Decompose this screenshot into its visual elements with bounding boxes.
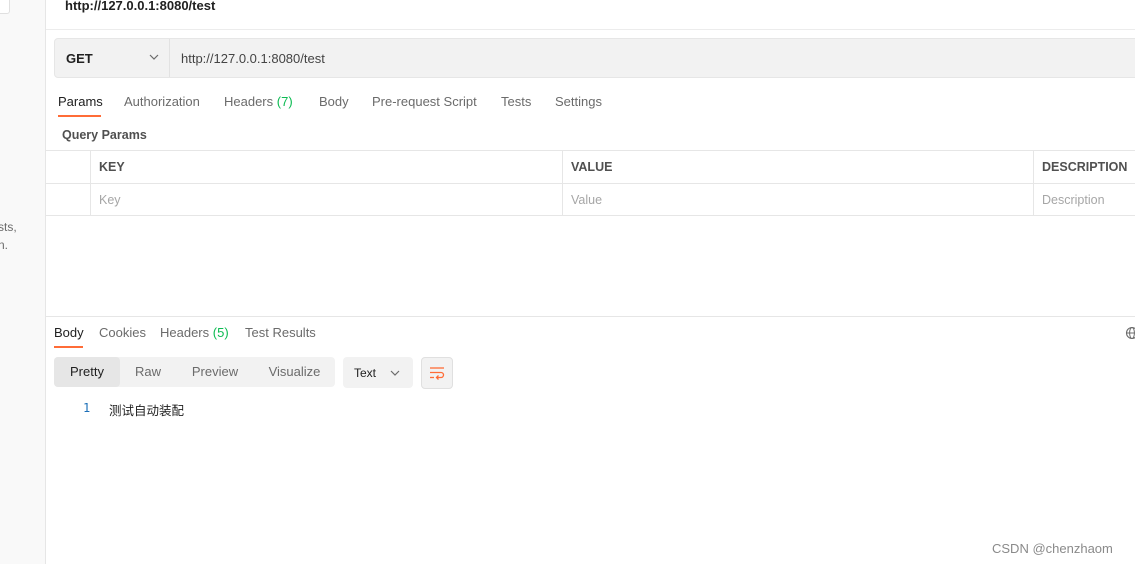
description-input[interactable]: Description — [1033, 184, 1135, 216]
sidebar-chip[interactable] — [0, 0, 10, 14]
active-tab-indicator — [58, 115, 101, 117]
method-label: GET — [66, 51, 93, 66]
sidebar: °°° sts, n. — [0, 0, 46, 564]
more-dots-icon[interactable]: °°° — [18, 0, 29, 7]
tab-label: Settings — [555, 94, 602, 109]
column-header-key: KEY — [90, 151, 562, 183]
tab-authorization[interactable]: Authorization — [124, 94, 200, 109]
response-tab-cookies[interactable]: Cookies — [99, 325, 146, 340]
sidebar-text-fragment: n. — [0, 238, 9, 252]
chevron-down-icon — [390, 370, 400, 376]
format-select[interactable]: Text — [343, 357, 413, 388]
response-tab-body[interactable]: Body — [54, 325, 84, 340]
sidebar-text-fragment: sts, — [0, 220, 17, 234]
format-select-label: Text — [354, 366, 377, 380]
line-number: 1 — [83, 401, 91, 415]
table-row: Key Value Description — [46, 183, 1135, 216]
headers-count: (7) — [276, 94, 293, 109]
wrap-lines-icon — [430, 367, 445, 380]
tab-settings[interactable]: Settings — [555, 94, 602, 109]
response-tab-headers[interactable]: Headers (5) — [160, 325, 229, 340]
pane-divider[interactable] — [46, 316, 1135, 317]
tab-params[interactable]: Params — [58, 94, 103, 109]
chevron-down-icon — [149, 54, 159, 60]
tab-tests[interactable]: Tests — [501, 94, 531, 109]
column-header-description: DESCRIPTION — [1033, 151, 1135, 183]
watermark: CSDN @chenzhaom — [992, 541, 1113, 556]
row-select-cell — [46, 151, 90, 183]
table-header-row: KEY VALUE DESCRIPTION — [46, 150, 1135, 183]
query-params-table: KEY VALUE DESCRIPTION Key Value Descript… — [46, 150, 1135, 216]
url-input[interactable]: http://127.0.0.1:8080/test — [181, 51, 325, 66]
query-params-title: Query Params — [62, 128, 147, 142]
tab-label: Authorization — [124, 94, 200, 109]
value-input[interactable]: Value — [562, 184, 1033, 216]
row-select-cell[interactable] — [46, 184, 90, 216]
wrap-lines-button[interactable] — [421, 357, 453, 389]
tab-label: Params — [58, 94, 103, 109]
tab-headers[interactable]: Headers (7) — [224, 94, 293, 109]
view-raw-button[interactable]: Raw — [120, 357, 176, 387]
tab-label: Headers — [224, 94, 274, 109]
view-pretty-button[interactable]: Pretty — [54, 357, 120, 387]
key-input[interactable]: Key — [90, 184, 562, 216]
request-title[interactable]: http://127.0.0.1:8080/test — [65, 0, 215, 13]
tab-label: Tests — [501, 94, 532, 109]
globe-icon[interactable] — [1125, 326, 1135, 340]
headers-count: (5) — [212, 325, 229, 340]
divider — [46, 29, 1135, 30]
tab-label: Body — [54, 325, 84, 340]
view-mode-group: Pretty Raw Preview Visualize — [54, 357, 335, 387]
active-response-tab-indicator — [54, 346, 83, 348]
tab-label: Body — [319, 94, 349, 109]
tab-label: Test Results — [245, 325, 316, 340]
tab-label: Cookies — [99, 325, 146, 340]
response-body-text: 测试自动装配 — [109, 404, 185, 418]
view-visualize-button[interactable]: Visualize — [254, 357, 335, 387]
view-preview-button[interactable]: Preview — [176, 357, 254, 387]
tab-label: Pre-request Script — [372, 94, 477, 109]
tab-pre-request-script[interactable]: Pre-request Script — [372, 94, 477, 109]
column-header-value: VALUE — [562, 151, 1033, 183]
method-select[interactable]: GET — [55, 39, 170, 77]
tab-label: Headers — [160, 325, 210, 340]
response-tab-test-results[interactable]: Test Results — [245, 325, 316, 340]
tab-body[interactable]: Body — [319, 94, 349, 109]
url-bar: GET http://127.0.0.1:8080/test — [54, 38, 1135, 78]
